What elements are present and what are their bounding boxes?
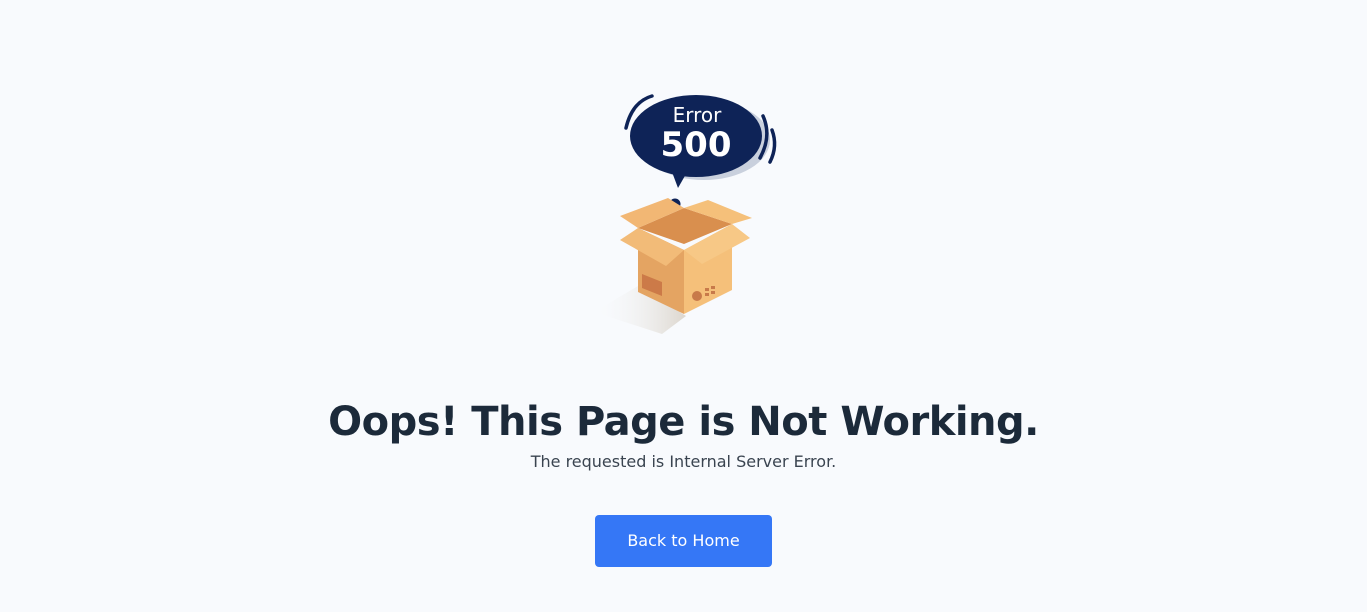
speech-bubble: Error 500	[624, 94, 777, 188]
bubble-label: Error	[673, 103, 723, 127]
bubble-code: 500	[661, 125, 732, 165]
open-box-icon: Error 500	[594, 94, 777, 334]
page-title: Oops! This Page is Not Working.	[328, 399, 1039, 445]
error-illustration: Error 500	[580, 88, 790, 338]
error-description: The requested is Internal Server Error.	[530, 452, 837, 471]
back-to-home-button[interactable]: Back to Home	[595, 515, 772, 567]
